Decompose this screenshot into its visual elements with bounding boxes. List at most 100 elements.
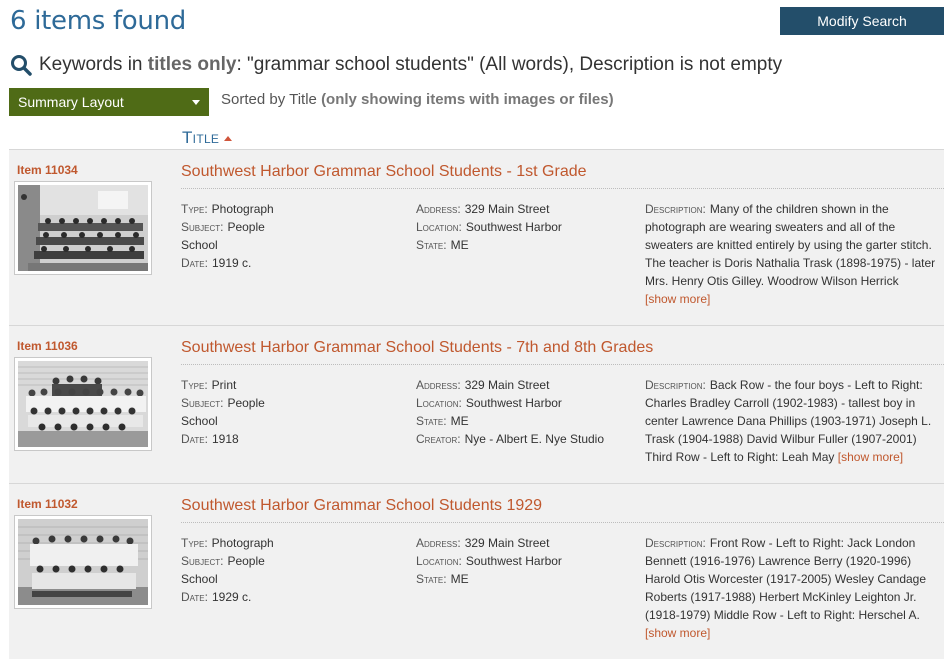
description-line: Bennett (1916-1976) Lawrence Berry (1920…	[645, 554, 912, 568]
description-line: Trask (1904-1988) David Wilbur Fuller (1…	[645, 432, 917, 446]
search-summary: Keywords in titles only: "grammar school…	[10, 52, 782, 78]
location-label: Location:	[416, 554, 462, 568]
subject-value-2: School	[181, 238, 218, 252]
description-line: Harold Otis Worcester (1917-2005) Wesley…	[645, 572, 927, 586]
search-query: : "grammar school students" (All words),…	[236, 54, 783, 75]
show-more-link[interactable]: [show more]	[645, 624, 936, 642]
item-fields-middle: Address: 329 Main Street Location: Southwe…	[416, 376, 604, 448]
list-item: Item 11032 Southwest Harbor Grammar Scho…	[9, 483, 944, 659]
type-label: Type:	[181, 202, 208, 216]
description-label: Description:	[645, 378, 706, 392]
type-value: Print	[211, 378, 237, 392]
date-value: 1918	[211, 432, 239, 446]
list-item: Item 11036 Southwest Harbor Grammar Scho…	[9, 325, 944, 483]
location-value: Southwest Harbor	[465, 554, 562, 568]
state-label: State:	[416, 414, 447, 428]
state-label: State:	[416, 572, 447, 586]
search-prefix: Keywords in	[39, 54, 143, 75]
divider	[181, 522, 944, 523]
description-line: Front Row - Left to Right: Jack London	[709, 536, 916, 550]
creator-label: Creator:	[416, 432, 461, 446]
description-line: Mrs. Henry Otis Gilley. Woodrow Wilson H…	[645, 274, 899, 288]
item-fields-middle: Address: 329 Main Street Location: Southwe…	[416, 200, 562, 254]
description-line: Roberts (1917-1988) Herbert McKinley Lei…	[645, 590, 917, 604]
date-value: 1919 c.	[211, 256, 252, 270]
item-id: Item 11036	[17, 339, 78, 353]
layout-select[interactable]: Summary Layout	[9, 88, 209, 116]
title-column-header[interactable]: Title	[182, 128, 233, 148]
results-count: 6 items found	[10, 6, 186, 36]
classroom-photo	[18, 185, 148, 271]
results-list: Item 11034 Southwest Harbor Grammar Scho…	[9, 149, 944, 659]
subject-value: People	[227, 220, 265, 234]
address-value: 329 Main Street	[464, 378, 550, 392]
subject-value-2: School	[181, 414, 218, 428]
subject-label: Subject:	[181, 554, 224, 568]
item-fields-left: Type: Photograph Subject: People School Da…	[181, 200, 274, 272]
subject-label: Subject:	[181, 220, 224, 234]
description-label: Description:	[645, 202, 706, 216]
chevron-down-icon	[192, 100, 200, 105]
item-thumbnail[interactable]	[14, 515, 152, 609]
show-more-link[interactable]: [show more]	[838, 450, 903, 464]
location-label: Location:	[416, 396, 462, 410]
item-fields-left: Type: Photograph Subject: People School Da…	[181, 534, 274, 606]
address-label: Address:	[416, 202, 461, 216]
state-value: ME	[450, 414, 469, 428]
item-description: Description: Front Row - Left to Right: J…	[645, 534, 936, 642]
search-scope: titles only	[147, 54, 237, 75]
item-title-link[interactable]: Southwest Harbor Grammar School Students…	[181, 163, 587, 181]
class-group-photo	[18, 361, 148, 447]
divider	[181, 188, 944, 189]
state-label: State:	[416, 238, 447, 252]
description-label: Description:	[645, 536, 706, 550]
item-thumbnail[interactable]	[14, 181, 152, 275]
description-line: (1918-1979) Middle Row - Left to Right: …	[645, 608, 920, 622]
address-label: Address:	[416, 536, 461, 550]
type-label: Type:	[181, 536, 208, 550]
description-line: The teacher is Doris Nathalia Trask (189…	[645, 256, 936, 270]
subject-value-2: School	[181, 572, 218, 586]
item-id: Item 11032	[17, 497, 78, 511]
description-line: Third Row - Left to Right: Leah May	[645, 450, 835, 464]
type-label: Type:	[181, 378, 208, 392]
description-line: center Lawrence Dana Phillips (1903-1971…	[645, 414, 932, 428]
item-description: Description: Back Row - the four boys - L…	[645, 376, 936, 466]
layout-select-value: Summary Layout	[18, 94, 124, 110]
date-label: Date:	[181, 432, 208, 446]
sort-prefix: Sorted by Title	[221, 91, 317, 108]
type-value: Photograph	[211, 202, 274, 216]
item-title-link[interactable]: Southwest Harbor Grammar School Students…	[181, 497, 542, 515]
item-thumbnail[interactable]	[14, 357, 152, 451]
item-id: Item 11034	[17, 163, 78, 177]
state-value: ME	[450, 572, 469, 586]
sort-ascending-icon	[224, 136, 233, 142]
subject-value: People	[227, 396, 265, 410]
date-label: Date:	[181, 256, 208, 270]
location-value: Southwest Harbor	[465, 396, 562, 410]
subject-label: Subject:	[181, 396, 224, 410]
show-more-link[interactable]: [show more]	[645, 290, 936, 308]
item-title-link[interactable]: Southwest Harbor Grammar School Students…	[181, 339, 653, 357]
list-item: Item 11034 Southwest Harbor Grammar Scho…	[9, 149, 944, 325]
description-line: photograph are wearing sweaters and all …	[645, 220, 896, 234]
class-group-photo	[18, 519, 148, 605]
title-column-label: Title	[182, 128, 220, 147]
state-value: ME	[450, 238, 469, 252]
modify-search-button[interactable]: Modify Search	[780, 7, 944, 35]
type-value: Photograph	[211, 536, 274, 550]
subject-value: People	[227, 554, 265, 568]
date-value: 1929 c.	[211, 590, 252, 604]
description-line: sweaters are knitted entirely by using t…	[645, 238, 932, 252]
item-description: Description: Many of the children shown i…	[645, 200, 936, 308]
location-label: Location:	[416, 220, 462, 234]
description-line: Back Row - the four boys - Left to Right…	[709, 378, 923, 392]
divider	[181, 364, 944, 365]
item-fields-middle: Address: 329 Main Street Location: Southwe…	[416, 534, 562, 588]
address-value: 329 Main Street	[464, 536, 550, 550]
search-icon	[11, 55, 32, 76]
item-fields-left: Type: Print Subject: People School Date: 19…	[181, 376, 265, 448]
location-value: Southwest Harbor	[465, 220, 562, 234]
address-label: Address:	[416, 378, 461, 392]
description-line: Charles Bradley Carroll (1902-1983) - ta…	[645, 396, 916, 410]
